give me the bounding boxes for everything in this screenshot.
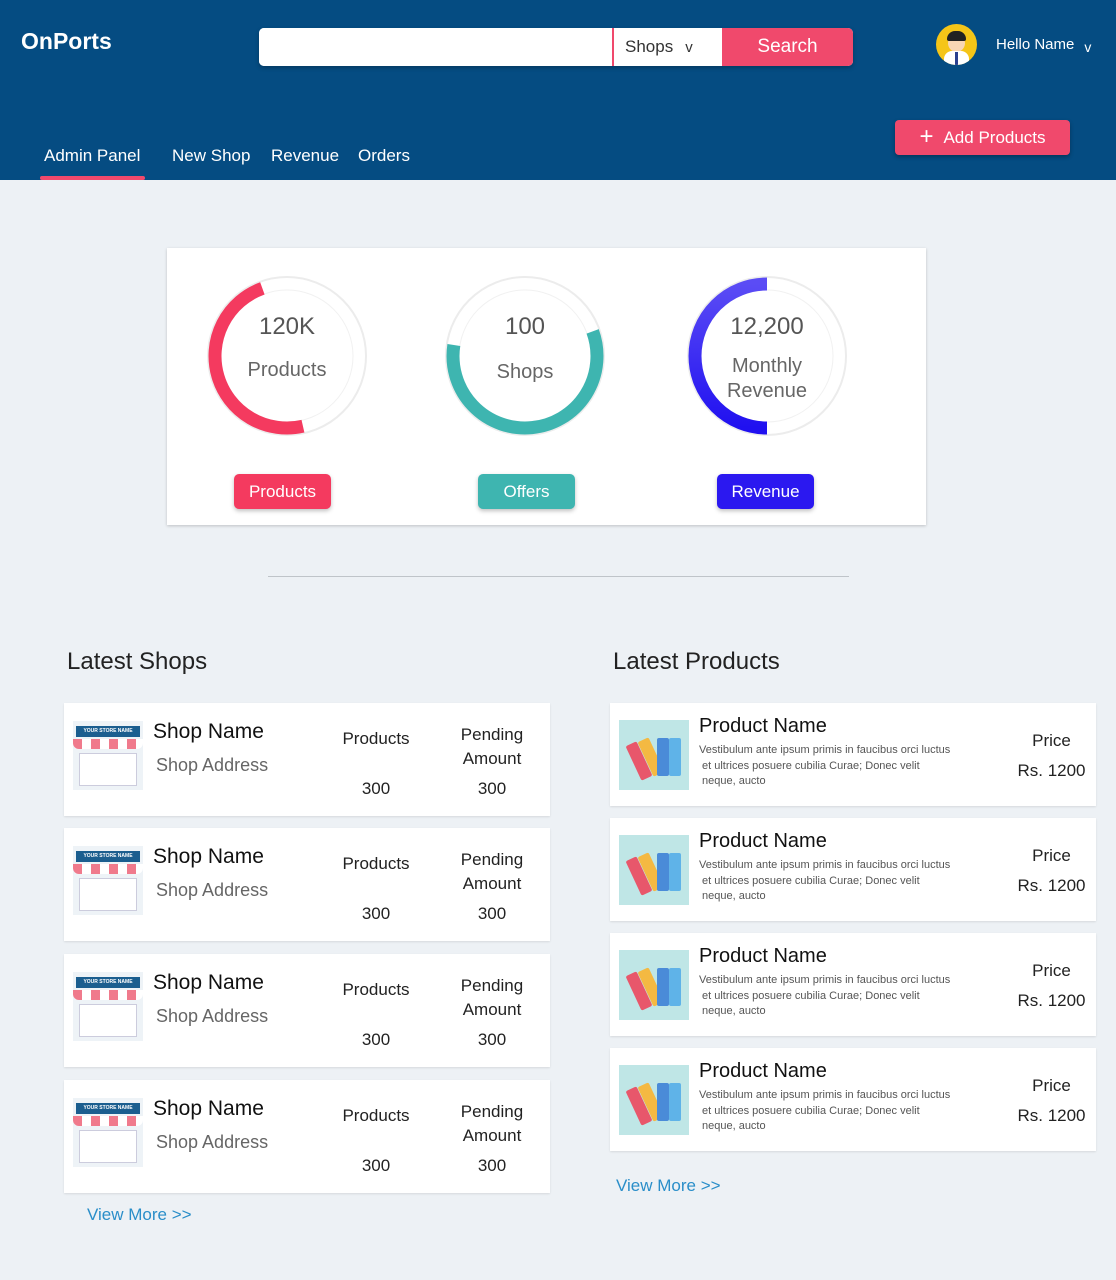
shops-gauge-ring <box>445 276 605 436</box>
books-icon <box>619 720 689 790</box>
products-count: 300 <box>361 904 391 923</box>
pending-amount: 300 <box>477 904 507 923</box>
chevron-down-icon: v <box>685 38 693 56</box>
books-icon <box>619 950 689 1020</box>
product-description: Vestibulum ante ipsum primis in faucibus… <box>699 744 951 787</box>
add-products-button[interactable]: + Add Products <box>895 120 1070 155</box>
shops-gauge-label: Shops <box>496 361 554 383</box>
chevron-down-icon: v <box>1084 38 1092 55</box>
search-input[interactable] <box>259 28 612 66</box>
tab-orders[interactable]: Orders <box>358 146 410 166</box>
stats-card: 120K Products Products 100 Shops Offers … <box>167 248 926 525</box>
shop-row[interactable]: YOUR STORE NAME Shop Name Shop Address P… <box>64 1080 550 1193</box>
search-category-value: Shops <box>625 37 674 56</box>
shop-address: Shop Address <box>156 1132 269 1152</box>
search-button[interactable]: Search <box>722 28 853 66</box>
products-count: 300 <box>361 779 391 798</box>
tab-revenue[interactable]: Revenue <box>271 146 339 166</box>
pending-amount: 300 <box>477 779 507 798</box>
price-label: Price <box>1032 846 1071 865</box>
shop-image: YOUR STORE NAME <box>73 846 143 915</box>
product-price: Rs. 1200 <box>1017 761 1086 780</box>
product-description: Vestibulum ante ipsum primis in faucibus… <box>699 974 951 1017</box>
shops-gauge: 100 Shops <box>440 271 610 441</box>
avatar <box>936 24 977 65</box>
revenue-amount: 12,200 <box>730 313 804 340</box>
shop-address: Shop Address <box>156 755 269 775</box>
pending-amount-label: Pending Amount <box>460 725 524 768</box>
products-count: 120K <box>258 313 316 340</box>
pending-amount: 300 <box>477 1030 507 1049</box>
tab-new-shop[interactable]: New Shop <box>172 146 250 166</box>
app-logo[interactable]: OnPorts <box>21 28 112 55</box>
shop-name: Shop Name <box>153 971 264 994</box>
price-label: Price <box>1032 961 1071 980</box>
shop-row[interactable]: YOUR STORE NAME Shop Name Shop Address P… <box>64 828 550 941</box>
revenue-gauge-label: Monthly Revenue <box>726 355 808 402</box>
books-icon <box>619 835 689 905</box>
products-col-label: Products <box>342 1106 410 1125</box>
product-name: Product Name <box>699 715 827 737</box>
product-price: Rs. 1200 <box>1017 991 1086 1010</box>
product-name: Product Name <box>699 1060 827 1082</box>
product-price: Rs. 1200 <box>1017 876 1086 895</box>
pending-amount-label: Pending Amount <box>460 1102 524 1145</box>
product-row[interactable]: Product Name Vestibulum ante ipsum primi… <box>610 818 1096 921</box>
shop-image: YOUR STORE NAME <box>73 972 143 1041</box>
product-price: Rs. 1200 <box>1017 1106 1086 1125</box>
books-icon <box>619 1065 689 1135</box>
product-description: Vestibulum ante ipsum primis in faucibus… <box>699 1089 951 1132</box>
products-col-label: Products <box>342 980 410 999</box>
product-name: Product Name <box>699 945 827 967</box>
products-gauge: 120K Products <box>202 271 372 441</box>
products-button[interactable]: Products <box>234 474 331 509</box>
add-products-label: Add Products <box>943 127 1046 147</box>
product-row[interactable]: Product Name Vestibulum ante ipsum primi… <box>610 1048 1096 1151</box>
products-gauge-label: Products <box>247 359 327 381</box>
product-row[interactable]: Product Name Vestibulum ante ipsum primi… <box>610 703 1096 806</box>
shops-count: 100 <box>504 313 546 340</box>
user-greeting: Hello Name <box>996 36 1075 53</box>
offers-button[interactable]: Offers <box>478 474 575 509</box>
pending-amount-label: Pending Amount <box>460 976 524 1019</box>
shop-address: Shop Address <box>156 880 269 900</box>
shop-name: Shop Name <box>153 845 264 868</box>
shop-image: YOUR STORE NAME <box>73 1098 143 1167</box>
shop-row[interactable]: YOUR STORE NAME Shop Name Shop Address P… <box>64 954 550 1067</box>
user-menu[interactable]: Hello Name v <box>936 24 1091 65</box>
search-bar: Shops v Search <box>259 28 853 66</box>
shop-row[interactable]: YOUR STORE NAME Shop Name Shop Address P… <box>64 703 550 816</box>
pending-amount: 300 <box>477 1156 507 1175</box>
revenue-button[interactable]: Revenue <box>717 474 814 509</box>
price-label: Price <box>1032 1076 1071 1095</box>
products-col-label: Products <box>342 854 410 873</box>
pending-amount-label: Pending Amount <box>460 850 524 893</box>
shop-address: Shop Address <box>156 1006 269 1026</box>
price-label: Price <box>1032 731 1071 750</box>
search-category-select[interactable]: Shops v <box>612 28 722 66</box>
top-header: OnPorts Shops v Search Hello Name v Admi… <box>0 0 1116 180</box>
section-divider <box>268 576 849 577</box>
products-gauge-ring <box>207 276 367 436</box>
products-col-label: Products <box>342 729 410 748</box>
plus-icon: + <box>919 122 934 150</box>
latest-products-title: Latest Products <box>613 648 780 675</box>
shop-name: Shop Name <box>153 720 264 743</box>
products-view-more-link[interactable]: View More >> <box>616 1176 721 1196</box>
product-description: Vestibulum ante ipsum primis in faucibus… <box>699 859 951 902</box>
shop-image: YOUR STORE NAME <box>73 721 143 790</box>
tab-admin-panel[interactable]: Admin Panel <box>39 146 146 180</box>
shops-view-more-link[interactable]: View More >> <box>87 1205 192 1225</box>
revenue-gauge: 12,200 Monthly Revenue <box>682 271 852 441</box>
products-count: 300 <box>361 1156 391 1175</box>
latest-shops-title: Latest Shops <box>67 648 208 675</box>
products-count: 300 <box>361 1030 391 1049</box>
shop-name: Shop Name <box>153 1097 264 1120</box>
product-row[interactable]: Product Name Vestibulum ante ipsum primi… <box>610 933 1096 1036</box>
product-name: Product Name <box>699 830 827 852</box>
